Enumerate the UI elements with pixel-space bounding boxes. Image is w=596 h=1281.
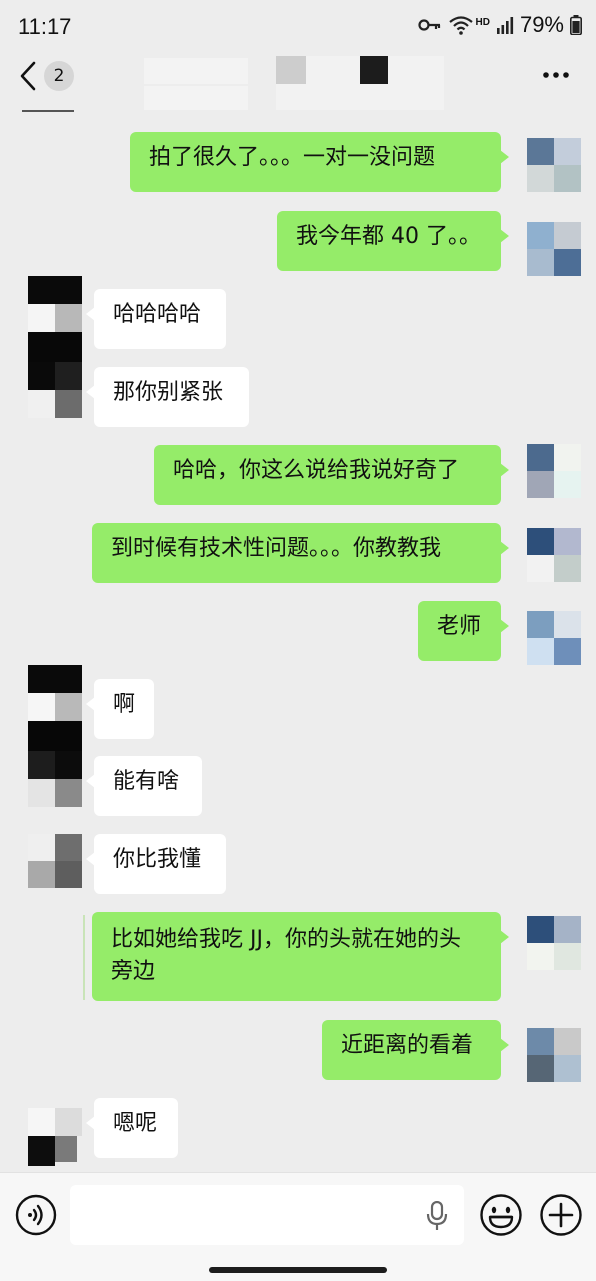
avatar-self[interactable] xyxy=(527,222,581,276)
message-bubble-received[interactable]: 啊 xyxy=(86,679,154,739)
message-bubble-received[interactable]: 哈哈哈哈 xyxy=(86,289,226,349)
input-bar xyxy=(0,1172,596,1281)
avatar-self[interactable] xyxy=(527,916,581,970)
message-bubble-sent[interactable]: 我今年都 40 了。。 xyxy=(277,211,509,271)
wifi-icon xyxy=(448,16,473,35)
avatar-contact[interactable] xyxy=(28,834,82,888)
avatar-contact[interactable] xyxy=(28,276,82,418)
more-icon[interactable] xyxy=(542,71,570,79)
message-bubble-received[interactable]: 你比我懂 xyxy=(86,834,226,894)
network-label: HD xyxy=(475,16,490,28)
emoji-button[interactable] xyxy=(479,1193,523,1241)
add-attachment-button[interactable] xyxy=(539,1193,583,1241)
message-input[interactable] xyxy=(70,1185,464,1245)
message-bubble-sent[interactable]: 拍了很久了。。。一对一没问题 xyxy=(130,132,509,192)
plus-icon[interactable] xyxy=(539,1193,583,1237)
avatar-self[interactable] xyxy=(527,528,581,582)
more-button[interactable] xyxy=(542,64,570,83)
emoji-icon[interactable] xyxy=(479,1193,523,1237)
voice-icon[interactable] xyxy=(15,1194,57,1236)
status-icons: HD 79% xyxy=(417,12,583,38)
avatar-contact[interactable] xyxy=(28,1108,82,1168)
battery-percent: 79% xyxy=(519,12,564,37)
message-bubble-received[interactable]: 能有啥 xyxy=(86,756,202,816)
avatar-self[interactable] xyxy=(527,444,581,498)
message-bubble-sent[interactable]: 哈哈，你这么说给我说好奇了 xyxy=(154,445,509,505)
message-list[interactable]: 拍了很久了。。。一对一没问题 我今年都 40 了。。 哈哈哈哈 那你别紧张 哈哈… xyxy=(0,110,596,1170)
message-bubble-sent[interactable]: 到时候有技术性问题。。。你教教我 xyxy=(92,523,509,583)
home-indicator[interactable] xyxy=(209,1267,387,1273)
status-bar: 11:17 HD 79% xyxy=(0,0,596,54)
message-bubble-sent[interactable]: 老师 xyxy=(418,601,509,661)
battery-icon xyxy=(570,15,582,35)
message-bubble-sent[interactable]: 比如她给我吃 JJ，你的头就在她的头旁边 xyxy=(92,912,509,1001)
quote-indicator xyxy=(83,915,85,1000)
unread-badge: 2 xyxy=(44,61,74,91)
back-icon[interactable] xyxy=(18,60,38,92)
voice-toggle-button[interactable] xyxy=(15,1194,57,1240)
avatar-self[interactable] xyxy=(527,1028,581,1082)
avatar-self[interactable] xyxy=(527,611,581,665)
avatar-self[interactable] xyxy=(527,138,581,192)
message-bubble-received[interactable]: 嗯呢 xyxy=(86,1098,178,1158)
key-icon xyxy=(417,19,440,31)
mic-icon[interactable] xyxy=(426,1201,448,1231)
back-button[interactable]: 2 xyxy=(18,60,74,92)
status-time: 11:17 xyxy=(18,14,72,39)
avatar-contact[interactable] xyxy=(28,665,82,807)
signal-icon xyxy=(496,17,514,34)
message-bubble-received[interactable]: 那你别紧张 xyxy=(86,367,249,427)
message-bubble-sent[interactable]: 近距离的看着 xyxy=(322,1020,509,1080)
